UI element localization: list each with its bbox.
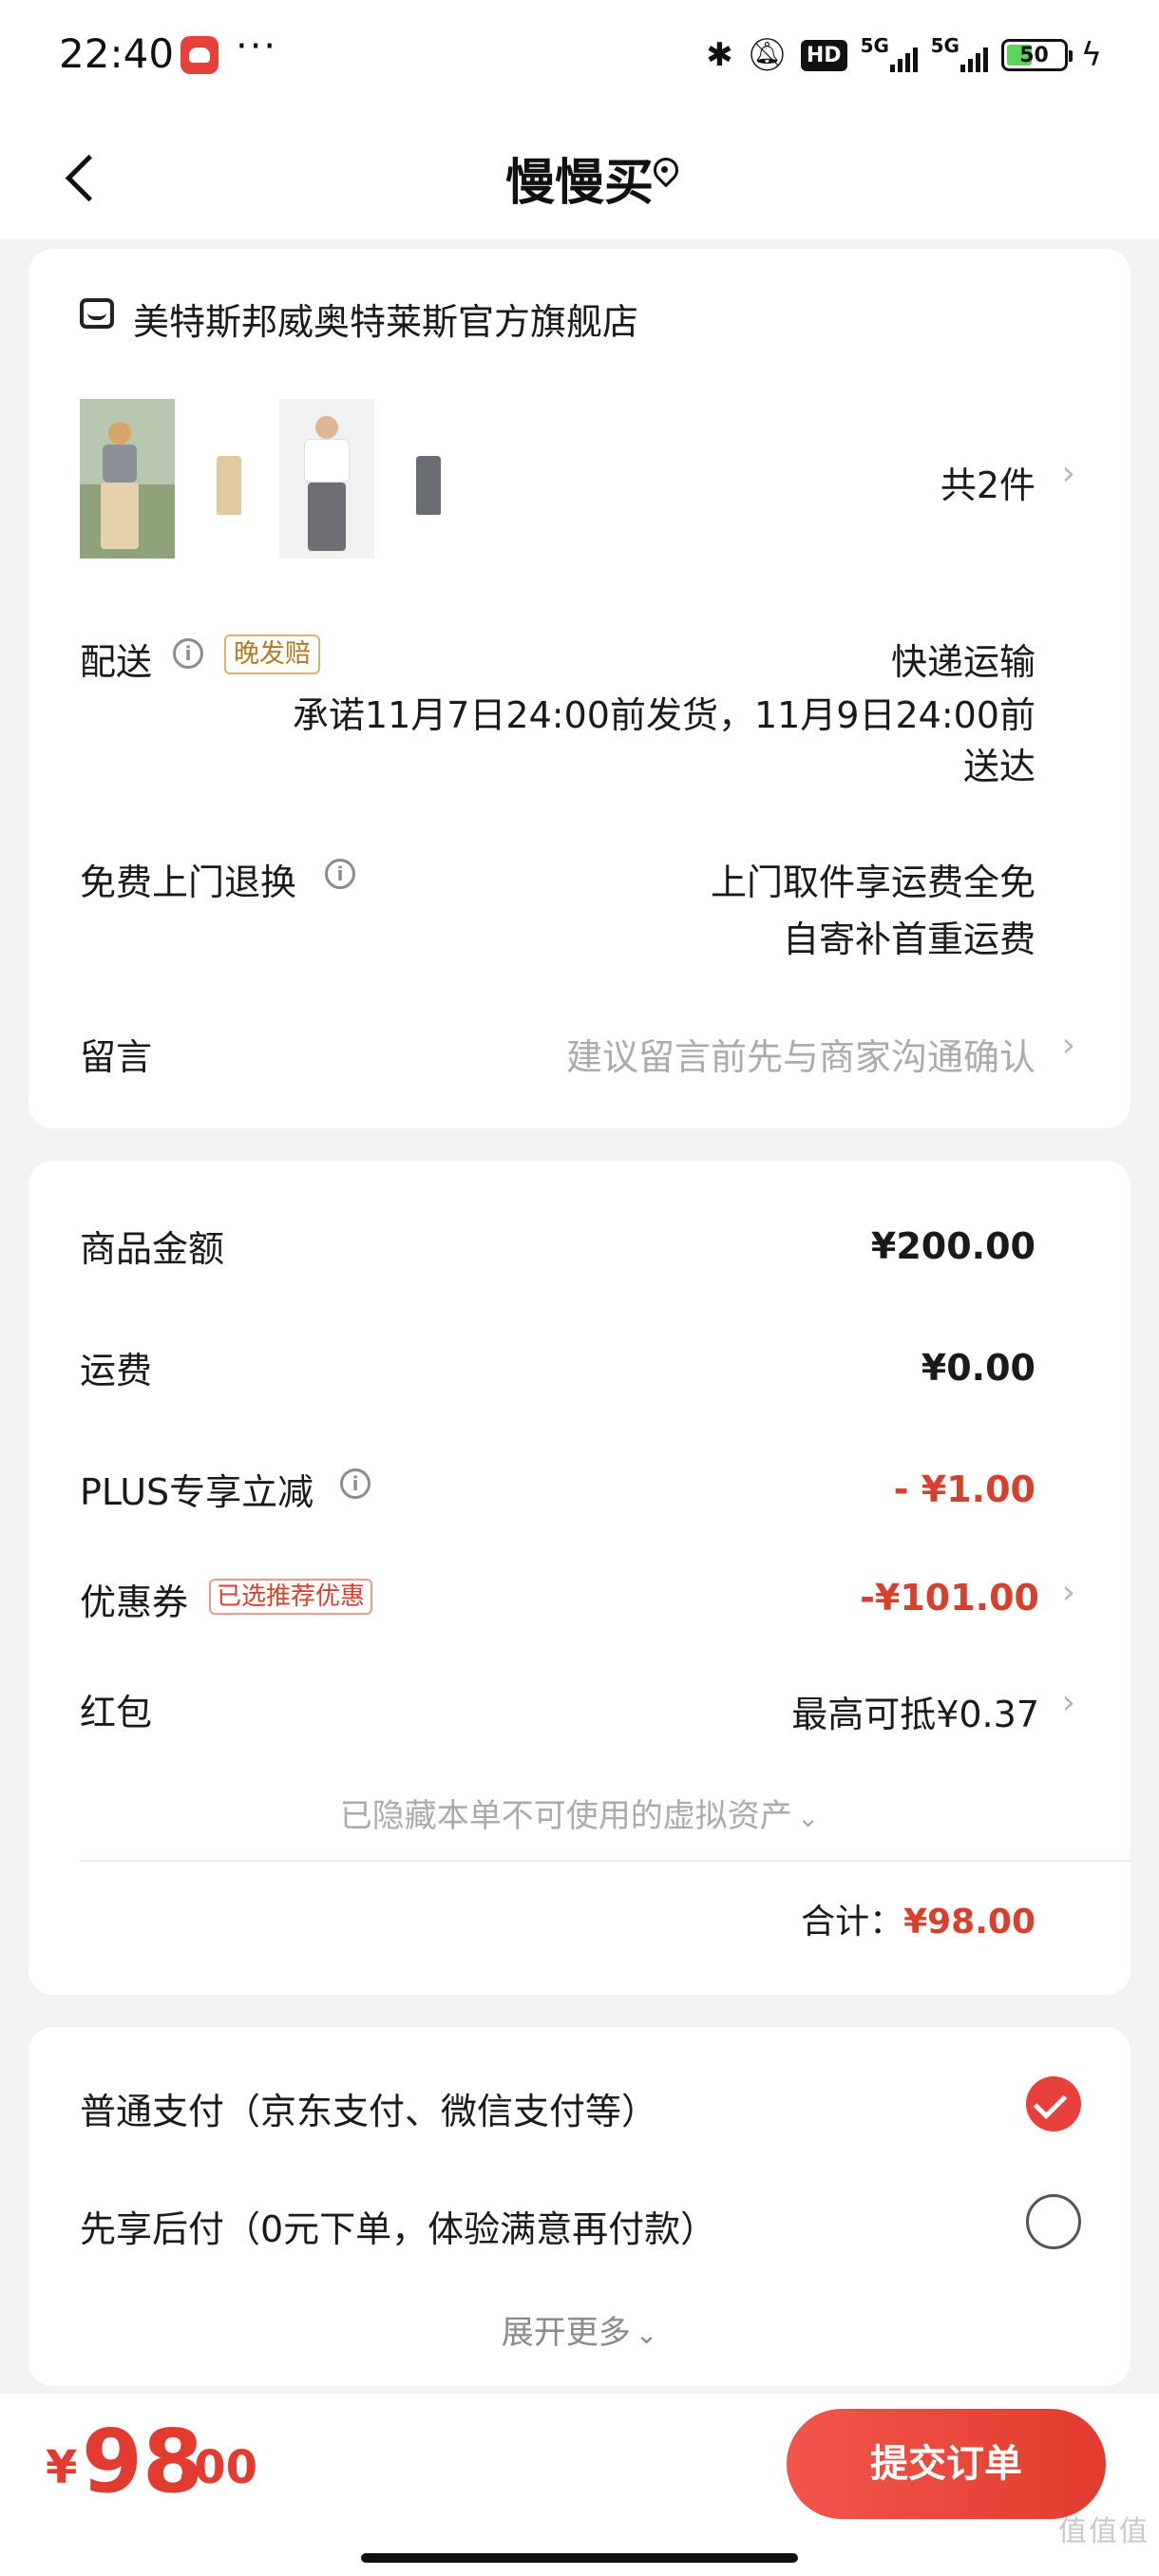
status-bar: 22:40 ··· ✱ 🔕︎ HD 5G 5G 50 ϟ — [0, 0, 1159, 114]
info-icon[interactable]: i — [173, 638, 203, 669]
app-notification-icon — [180, 36, 218, 74]
product-swatch[interactable] — [378, 399, 473, 559]
hd-icon: HD — [800, 39, 847, 71]
checkout-bar: ¥ 98 .00 提交订单 值值值 — [0, 2394, 1159, 2576]
note-input[interactable]: 建议留言前先与商家沟通确认 — [566, 1028, 1036, 1080]
coupon-label: 优惠券 — [80, 1582, 189, 1623]
order-info-card: 美特斯邦威奥特莱斯官方旗舰店 共2件 › 配送 i 晚发赔 快递运输 承诺11月… — [28, 249, 1130, 1128]
chevron-right-icon[interactable]: › — [1062, 1573, 1075, 1612]
expand-more-button[interactable]: 展开更多 ⌄ — [28, 2306, 1130, 2353]
product-thumbnail[interactable] — [80, 399, 175, 559]
payment-option-normal[interactable]: 普通支付（京东支付、微信支付等） — [80, 2082, 657, 2134]
checkmark-icon[interactable] — [1026, 2076, 1081, 2131]
expand-more-label: 展开更多 — [501, 2314, 631, 2352]
free-return-detail-2: 自寄补首重运费 — [782, 919, 1036, 960]
total-price-decimal: .00 — [177, 2441, 258, 2494]
info-icon[interactable]: i — [325, 859, 355, 889]
plus-discount-value: - ¥1.00 — [893, 1468, 1036, 1510]
coupon-value[interactable]: -¥101.00 — [860, 1577, 1039, 1619]
note-label: 留言 — [80, 1036, 153, 1078]
red-packet-value[interactable]: 最高可抵¥0.37 — [791, 1685, 1039, 1737]
title-bar: 慢慢买 — [0, 114, 1159, 239]
order-total: 合计：¥98.00 — [801, 1894, 1036, 1943]
signal-5g-icon: 5G — [861, 34, 918, 76]
delivery-promise-cont: 送达 — [962, 746, 1036, 787]
mute-icon: 🔕︎ — [746, 36, 788, 74]
store-name[interactable]: 美特斯邦威奥特莱斯官方旗舰店 — [133, 293, 638, 345]
late-compensation-badge: 晚发赔 — [224, 635, 320, 674]
delivery-method[interactable]: 快递运输 — [891, 633, 1036, 685]
chevron-right-icon[interactable]: › — [1062, 1683, 1075, 1722]
price-card: 商品金额 ¥200.00 运费 ¥0.00 PLUS专享立减 i - ¥1.00… — [28, 1161, 1130, 1995]
payment-option-pay-later[interactable]: 先享后付（0元下单，体验满意再付款） — [80, 2200, 716, 2252]
chevron-right-icon[interactable]: › — [1062, 1026, 1075, 1065]
red-packet-label: 红包 — [80, 1692, 153, 1733]
charging-icon: ϟ — [1080, 36, 1102, 74]
payment-card: 普通支付（京东支付、微信支付等） 先享后付（0元下单，体验满意再付款） 展开更多… — [28, 2027, 1130, 2386]
chevron-right-icon[interactable]: › — [1062, 454, 1075, 493]
status-icons: ✱ 🔕︎ HD 5G 5G 50 ϟ — [706, 34, 1102, 76]
plus-discount-label: PLUS专享立减 — [80, 1471, 314, 1513]
bluetooth-icon: ✱ — [706, 36, 733, 74]
more-notifications-icon: ··· — [236, 25, 278, 68]
page-title: 慢慢买 — [504, 155, 654, 212]
free-return-detail: 上门取件享运费全免 — [710, 862, 1036, 903]
coupon-selected-badge: 已选推荐优惠 — [209, 1579, 373, 1615]
chevron-down-icon: ⌄ — [796, 1802, 820, 1833]
store-icon — [80, 298, 114, 329]
hidden-assets-label: 已隐藏本单不可使用的虚拟资产 — [339, 1797, 792, 1835]
radio-unchecked-icon[interactable] — [1026, 2194, 1081, 2249]
signal-5g-icon: 5G — [931, 34, 988, 76]
goods-amount-label: 商品金额 — [80, 1228, 225, 1270]
watermark-logo: 值值值 — [1058, 2515, 1150, 2548]
total-value: ¥98.00 — [903, 1903, 1036, 1941]
product-thumbnail[interactable] — [279, 399, 374, 559]
goods-amount-value: ¥200.00 — [870, 1225, 1036, 1267]
hidden-assets-toggle[interactable]: 已隐藏本单不可使用的虚拟资产 ⌄ — [28, 1790, 1130, 1836]
currency-symbol: ¥ — [46, 2441, 78, 2494]
delivery-promise: 承诺11月7日24:00前发货，11月9日24:00前 — [292, 694, 1036, 736]
battery-icon: 50 — [1000, 39, 1073, 71]
shipping-value: ¥0.00 — [921, 1347, 1036, 1389]
shipping-label: 运费 — [80, 1350, 153, 1392]
info-icon[interactable]: i — [340, 1468, 370, 1499]
chevron-down-icon: ⌄ — [635, 2319, 658, 2350]
total-label: 合计： — [801, 1903, 904, 1941]
submit-order-button[interactable]: 提交订单 — [787, 2409, 1106, 2519]
items-count[interactable]: 共2件 — [940, 456, 1036, 508]
location-icon[interactable] — [652, 158, 678, 192]
free-return-label: 免费上门退换 — [80, 862, 297, 903]
home-indicator[interactable] — [361, 2553, 798, 2563]
status-time: 22:40 — [59, 30, 175, 77]
product-swatch[interactable] — [179, 399, 274, 559]
delivery-label: 配送 — [80, 641, 153, 683]
divider — [80, 1860, 1130, 1862]
